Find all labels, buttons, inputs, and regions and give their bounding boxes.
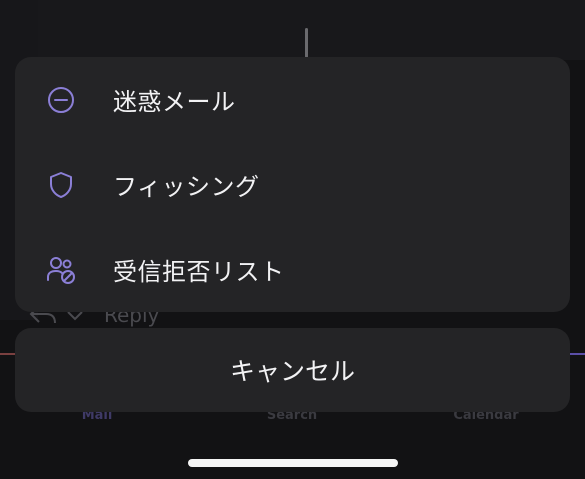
action-phishing-label: フィッシング bbox=[113, 173, 260, 201]
people-block-icon bbox=[45, 254, 77, 286]
action-blocked-senders[interactable]: 受信拒否リスト bbox=[15, 227, 570, 312]
action-junk-label: 迷惑メール bbox=[113, 88, 236, 116]
cancel-button[interactable]: キャンセル bbox=[15, 328, 570, 412]
background-header bbox=[38, 0, 585, 60]
home-indicator[interactable] bbox=[188, 459, 398, 467]
background-divider-left bbox=[0, 353, 15, 355]
background-drag-handle bbox=[305, 28, 308, 58]
cancel-label: キャンセル bbox=[229, 357, 355, 386]
screen: Reply Mail Search Calendar 迷惑メール フィッシング … bbox=[0, 0, 585, 479]
action-junk[interactable]: 迷惑メール bbox=[15, 57, 570, 142]
minus-circle-icon bbox=[45, 84, 77, 116]
action-phishing[interactable]: フィッシング bbox=[15, 142, 570, 227]
background-divider-right bbox=[570, 353, 585, 355]
shield-icon bbox=[45, 169, 77, 201]
action-blocked-senders-label: 受信拒否リスト bbox=[113, 258, 285, 286]
action-sheet: 迷惑メール フィッシング 受信拒否リスト bbox=[15, 57, 570, 312]
